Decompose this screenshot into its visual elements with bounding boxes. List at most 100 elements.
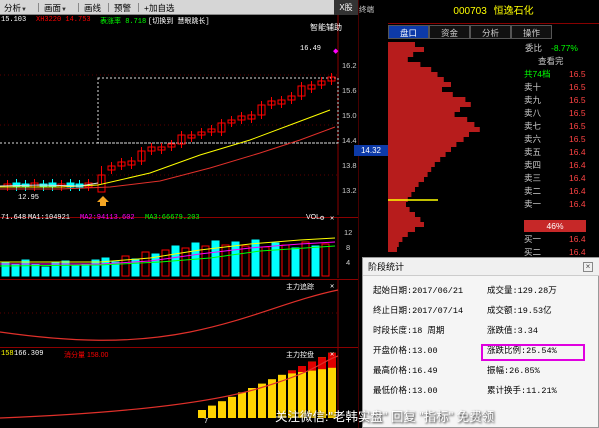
- watermark-text: 关注微信:"老韩实盘" 回复 "指标" 免费领: [275, 410, 495, 424]
- main-info-value: 15.103: [1, 16, 27, 24]
- chip-bar: [388, 212, 415, 217]
- volume-chart[interactable]: [0, 218, 358, 278]
- stat-left-value: 时段长度:18 周期: [373, 326, 445, 336]
- sell-level-row: 卖十 16.5: [388, 81, 599, 94]
- volume-bar: [301, 241, 310, 277]
- volume-bar: [211, 240, 220, 277]
- volume-panel-label[interactable]: VOL: [306, 214, 320, 221]
- ma-red-line: [0, 126, 336, 190]
- sell-level-row: 卖八 16.5: [388, 107, 599, 120]
- volume-ma1-label: MA1:104921: [28, 214, 71, 222]
- toolbar-draw-button[interactable]: 画线: [84, 2, 101, 14]
- sell-level-label: 卖八: [524, 108, 542, 118]
- tab-order-book[interactable]: 盘口: [388, 25, 429, 39]
- toolbar-alert-button[interactable]: 预警: [114, 2, 131, 14]
- sell-level-price: 16.5: [569, 121, 586, 131]
- sell-level-price: 16.5: [569, 82, 586, 92]
- toolbar-analysis-menu[interactable]: 分析▼: [4, 2, 27, 14]
- volume-bar: [261, 246, 270, 277]
- sell-level-row: 卖一 16.4: [388, 198, 599, 211]
- dialog-close-button[interactable]: ×: [583, 262, 593, 272]
- control-info-value-2: 166.309: [14, 350, 44, 358]
- stat-right-value: 振幅:26.85%: [487, 366, 540, 376]
- stat-left-value: 终止日期:2017/07/14: [373, 306, 464, 316]
- sell-level-price: 16.4: [569, 173, 586, 183]
- stat-left-value: 最高价格:16.49: [373, 366, 438, 376]
- control-bar: [198, 410, 206, 418]
- buy-level-label: 买一: [524, 234, 542, 244]
- buy-level-row: 买一 16.4: [388, 233, 599, 246]
- main-info-value-2: XH3220 14.753: [36, 16, 91, 24]
- volume-bar: [271, 242, 280, 277]
- volume-bar: [81, 263, 90, 277]
- low-price-label: 12.95: [18, 194, 40, 202]
- volume-bar: [201, 245, 210, 277]
- volume-bar: [141, 251, 150, 277]
- main-info-value-4[interactable]: [切换到 慧眼跳长]: [148, 16, 210, 26]
- period-stats-dialog: 阶段统计 × 起始日期:2017/06/21 成交量:129.28万 终止日期:20…: [362, 257, 599, 428]
- volume-bar: [41, 266, 50, 277]
- sell-level-price: 16.4: [569, 147, 586, 157]
- toolbar-separator: [138, 3, 139, 12]
- volume-bar: [231, 241, 240, 277]
- sell-level-row: 卖二 16.4: [388, 185, 599, 198]
- toolbar: 分析▼ 画面▼ 画线 预警 +加自选 X股: [0, 0, 358, 15]
- stat-right-value: 涨跌值:3.34: [487, 326, 539, 336]
- volume-ma2-line: [0, 241, 336, 265]
- toolbar-separator: [78, 3, 79, 12]
- volume-bar: [11, 264, 20, 277]
- highlight-box: [481, 344, 585, 361]
- tab-operations[interactable]: 操作: [511, 25, 552, 39]
- volume-bar: [71, 265, 80, 277]
- trend-panel-label[interactable]: 主力追踪: [286, 282, 314, 292]
- smart-assist-label[interactable]: 智能辅助: [310, 22, 342, 33]
- bottom-axis-label: 7: [204, 418, 209, 426]
- volume-ma2-label: MA2:94113.602: [80, 214, 135, 222]
- candle-body: [12, 182, 21, 188]
- volume-ma3-label: MA3:66679.203: [145, 214, 200, 222]
- toolbar-separator: [38, 3, 39, 12]
- control-bar: [208, 405, 216, 418]
- low-arrow-icon: [97, 196, 109, 206]
- toolbar-view-menu[interactable]: 画面▼: [44, 2, 67, 14]
- control-info-value-3: 消分量 158.00: [64, 352, 109, 359]
- panel-close-icon[interactable]: ✕: [330, 214, 334, 223]
- volume-bar: [61, 260, 70, 277]
- control-bar: [238, 392, 246, 418]
- view-more-link[interactable]: 查看完: [538, 55, 564, 68]
- total-levels-label: 共74档: [524, 69, 551, 79]
- main-info-bar: 15.103: [1, 16, 26, 24]
- panel-close-icon[interactable]: ✕: [330, 282, 334, 291]
- tab-analysis[interactable]: 分析: [470, 25, 511, 39]
- control-info-value: 158: [1, 350, 14, 358]
- stat-right-value: 成交量:129.28万: [487, 286, 557, 296]
- toolbar-add-watchlist-button[interactable]: +加自选: [144, 2, 174, 14]
- sell-level-label: 卖九: [524, 95, 542, 105]
- toolbar-close-button[interactable]: X股: [334, 0, 358, 15]
- sell-level-label: 卖五: [524, 147, 542, 157]
- panel-close-icon[interactable]: ✕: [330, 350, 334, 359]
- stat-right-value: 成交额:19.53亿: [487, 306, 552, 316]
- panel-settings-icon[interactable]: ⚙: [320, 214, 324, 223]
- high-marker-icon: ◆: [333, 48, 339, 55]
- view-more-row[interactable]: 查看完: [388, 55, 599, 68]
- volume-bar: [311, 245, 320, 277]
- control-bar-top: [298, 366, 306, 372]
- control-bar: [228, 396, 236, 418]
- tab-funds[interactable]: 资金: [429, 25, 470, 39]
- ratio-value: -8.77%: [551, 43, 578, 53]
- buy-level-price: 16.4: [569, 234, 586, 244]
- total-levels-row: 共74档 16.5: [388, 68, 599, 81]
- volume-bar: [221, 244, 230, 277]
- dialog-title: 阶段统计: [363, 258, 599, 276]
- order-ratio-row: 委比 -8.77%: [388, 42, 599, 55]
- sell-level-row: 卖七 16.5: [388, 120, 599, 133]
- high-price-label: 16.49: [300, 45, 322, 53]
- stock-code: 000703: [453, 6, 487, 17]
- volume-ma3-line: [0, 245, 336, 267]
- trend-line: [0, 289, 339, 341]
- sell-level-price: 16.5: [569, 134, 586, 144]
- toolbar-separator: [108, 3, 109, 12]
- control-panel-label[interactable]: 主力控盘: [286, 350, 314, 360]
- sell-level-price: 16.4: [569, 186, 586, 196]
